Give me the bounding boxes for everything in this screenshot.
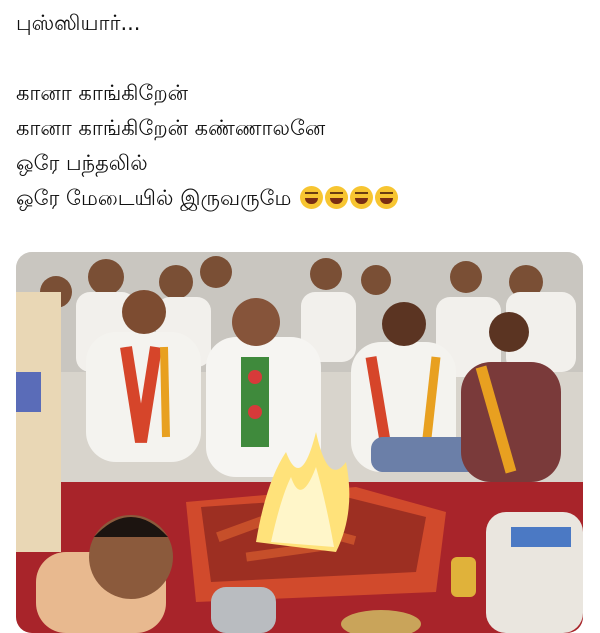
- photo-illustration: [16, 252, 583, 633]
- grinning-sweat-emoji-icon: [300, 186, 324, 209]
- post-line-2: கானா காங்கிறேன்: [16, 81, 188, 105]
- post-text: புஸ்ஸியார்... கானா காங்கிறேன் கானா காங்க…: [16, 6, 586, 216]
- ritual-fire-ceremony-photo[interactable]: [16, 252, 583, 633]
- rofl-emoji-icon: [350, 186, 374, 209]
- post-line-3: கானா காங்கிறேன் கண்ணாலனே: [16, 116, 326, 140]
- post-line-4: ஒரே பந்தலில்: [16, 151, 148, 175]
- post-line-1: புஸ்ஸியார்...: [16, 11, 141, 35]
- rofl-emoji-icon: [325, 186, 349, 209]
- post-line-5: ஒரே மேடையில் இருவருமே: [16, 181, 586, 216]
- rofl-emoji-icon: [375, 186, 399, 209]
- post-line-5-text: ஒரே மேடையில் இருவருமே: [16, 186, 292, 210]
